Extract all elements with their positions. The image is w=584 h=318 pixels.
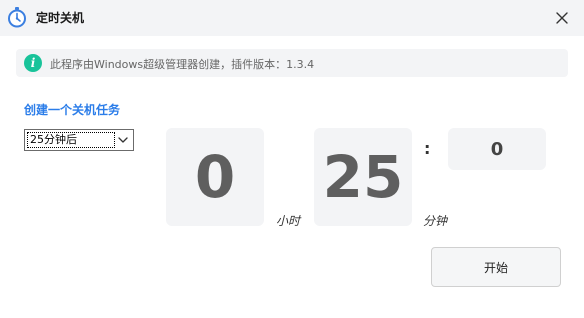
info-text: 此程序由Windows超级管理器创建，插件版本：1.3.4: [50, 58, 315, 71]
seconds-display: 0: [448, 128, 546, 170]
chevron-down-icon: [118, 137, 128, 143]
title-bar: 定时关机: [0, 0, 584, 36]
hours-unit-label: 小时: [276, 214, 301, 228]
delay-select[interactable]: 25分钟后: [24, 129, 134, 151]
minutes-display: 25: [314, 128, 412, 226]
section-title: 创建一个关机任务: [24, 103, 121, 117]
close-icon: [556, 12, 568, 24]
stopwatch-icon: [6, 6, 28, 28]
window-title: 定时关机: [36, 11, 85, 25]
delay-select-value: 25分钟后: [27, 132, 115, 148]
info-banner: i 此程序由Windows超级管理器创建，插件版本：1.3.4: [16, 49, 568, 77]
info-icon: i: [24, 54, 42, 72]
time-separator: :: [424, 139, 431, 158]
close-button[interactable]: [548, 4, 576, 32]
minutes-unit-label: 分钟: [423, 214, 448, 228]
hours-display: 0: [166, 128, 264, 226]
start-button[interactable]: 开始: [431, 247, 561, 287]
